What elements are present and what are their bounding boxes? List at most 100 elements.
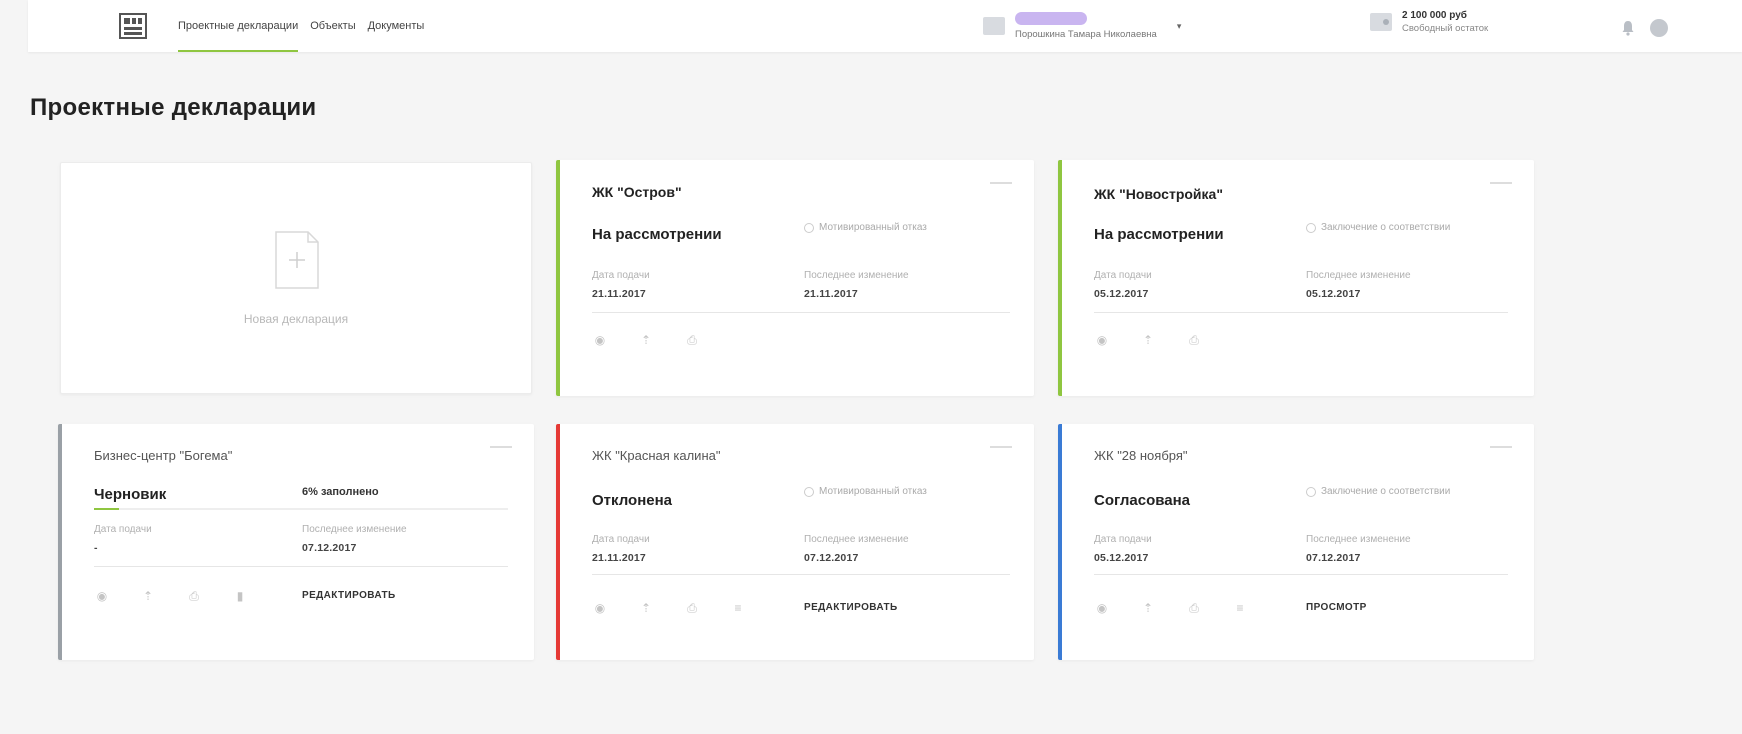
declaration-card[interactable]: ЖК "Остров" На рассмотрении Мотивированн… [556,160,1034,396]
last-change-label: Последнее изменение [1306,534,1411,545]
declaration-card[interactable]: ЖК "Красная калина" Отклонена Мотивирова… [556,424,1034,660]
card-actions: ◉ ⇡ ⎙ ≡ [592,600,776,616]
top-bar: Проектные декларации Объекты Документы П… [28,0,1742,52]
status-note: Заключение о соответствии [1306,486,1476,498]
last-change-value: 07.12.2017 [804,552,859,564]
submit-date-label: Дата подачи [592,270,650,281]
card-menu-icon[interactable] [990,182,1012,184]
info-icon [804,487,814,497]
upload-icon[interactable]: ⇡ [1140,600,1156,616]
progress-bar [94,508,508,510]
status-label: Согласована [1094,492,1191,509]
last-change-label: Последнее изменение [804,534,909,545]
card-actions: ◉ ⇡ ⎙ ▮ [94,588,278,604]
user-role-badge [1015,12,1087,25]
last-change-label: Последнее изменение [804,270,909,281]
user-menu[interactable]: Порошкина Тамара Николаевна ▾ [983,12,1181,40]
card-menu-icon[interactable] [1490,446,1512,448]
declaration-card[interactable]: ЖК "28 ноября" Согласована Заключение о … [1058,424,1534,660]
divider [94,566,508,567]
submit-date-label: Дата подачи [1094,534,1152,545]
card-actions: ◉ ⇡ ⎙ ≡ [1094,600,1278,616]
upload-icon[interactable]: ⇡ [638,332,654,348]
logo-icon[interactable] [118,12,148,40]
print-icon[interactable]: ⎙ [684,600,700,616]
print-icon[interactable]: ⎙ [1186,332,1202,348]
declaration-card[interactable]: Бизнес-центр "Богема" Черновик 6% заполн… [58,424,534,660]
submit-date-value: 05.12.2017 [1094,288,1149,300]
upload-icon[interactable]: ⇡ [140,588,156,604]
chevron-down-icon[interactable]: ▾ [1177,21,1182,32]
card-title: ЖК "28 ноября" [1094,448,1188,463]
card-title: ЖК "Новостройка" [1094,186,1223,202]
last-change-value: 21.11.2017 [804,288,858,300]
status-label: На рассмотрении [592,226,722,243]
card-menu-icon[interactable] [1490,182,1512,184]
add-document-icon [275,231,319,289]
last-change-label: Последнее изменение [1306,270,1411,281]
menu-icon[interactable]: ≡ [1232,600,1248,616]
card-actions: ◉ ⇡ ⎙ [1094,332,1232,348]
divider [1094,574,1508,575]
edit-button[interactable]: РЕДАКТИРОВАТЬ [302,590,396,601]
view-icon[interactable]: ◉ [592,332,608,348]
view-icon[interactable]: ◉ [592,600,608,616]
view-icon[interactable]: ◉ [1094,600,1110,616]
info-icon [804,223,814,233]
settings-icon[interactable] [1650,19,1668,37]
progress-fill [94,508,119,510]
card-title: ЖК "Остров" [592,184,682,200]
user-card-icon [983,17,1005,35]
new-declaration-label: Новая декларация [243,312,349,326]
status-note: Мотивированный отказ [804,486,974,498]
submit-date-label: Дата подачи [592,534,650,545]
bell-icon[interactable] [1620,20,1636,36]
nav-item-objects[interactable]: Объекты [310,0,355,52]
status-note: Мотивированный отказ [804,222,974,234]
card-menu-icon[interactable] [490,446,512,448]
status-label: На рассмотрении [1094,226,1224,243]
view-button[interactable]: ПРОСМОТР [1306,602,1367,613]
divider [1094,312,1508,313]
delete-icon[interactable]: ▮ [232,588,248,604]
menu-icon[interactable]: ≡ [730,600,746,616]
last-change-value: 05.12.2017 [1306,288,1361,300]
info-icon [1306,223,1316,233]
print-icon[interactable]: ⎙ [1186,600,1202,616]
submit-date-label: Дата подачи [94,524,152,535]
last-change-value: 07.12.2017 [302,542,357,554]
nav-item-label: Проектные декларации [178,20,299,32]
nav-item-label: Объекты [310,20,356,32]
card-actions: ◉ ⇡ ⎙ [592,332,730,348]
upload-icon[interactable]: ⇡ [1140,332,1156,348]
submit-date-label: Дата подачи [1094,270,1152,281]
status-label: Отклонена [592,492,673,509]
print-icon[interactable]: ⎙ [684,332,700,348]
info-icon [1306,487,1316,497]
print-icon[interactable]: ⎙ [186,588,202,604]
upload-icon[interactable]: ⇡ [638,600,654,616]
submit-date-value: 21.11.2017 [592,552,646,564]
main-nav: Проектные декларации Объекты Документы [178,0,424,52]
nav-item-documents[interactable]: Документы [368,0,425,52]
nav-item-label: Документы [367,20,425,32]
divider [592,312,1010,313]
page-title: Проектные декларации [30,94,317,121]
nav-item-declarations[interactable]: Проектные декларации [178,0,299,52]
view-icon[interactable]: ◉ [1094,332,1110,348]
progress-label: 6% заполнено [302,486,379,498]
submit-date-value: 05.12.2017 [1094,552,1149,564]
declaration-card[interactable]: ЖК "Новостройка" На рассмотрении Заключе… [1058,160,1534,396]
balance-label: Свободный остаток [1402,23,1489,34]
edit-button[interactable]: РЕДАКТИРОВАТЬ [804,602,898,613]
card-menu-icon[interactable] [990,446,1012,448]
divider [592,574,1010,575]
balance-widget: 2 100 000 руб Свободный остаток [1370,10,1488,34]
status-note: Заключение о соответствии [1306,222,1476,234]
card-title: ЖК "Красная калина" [592,448,721,463]
submit-date-value: - [94,542,98,554]
new-declaration-card[interactable]: Новая декларация [60,162,532,394]
last-change-label: Последнее изменение [302,524,407,535]
balance-amount: 2 100 000 руб [1402,10,1467,21]
view-icon[interactable]: ◉ [94,588,110,604]
